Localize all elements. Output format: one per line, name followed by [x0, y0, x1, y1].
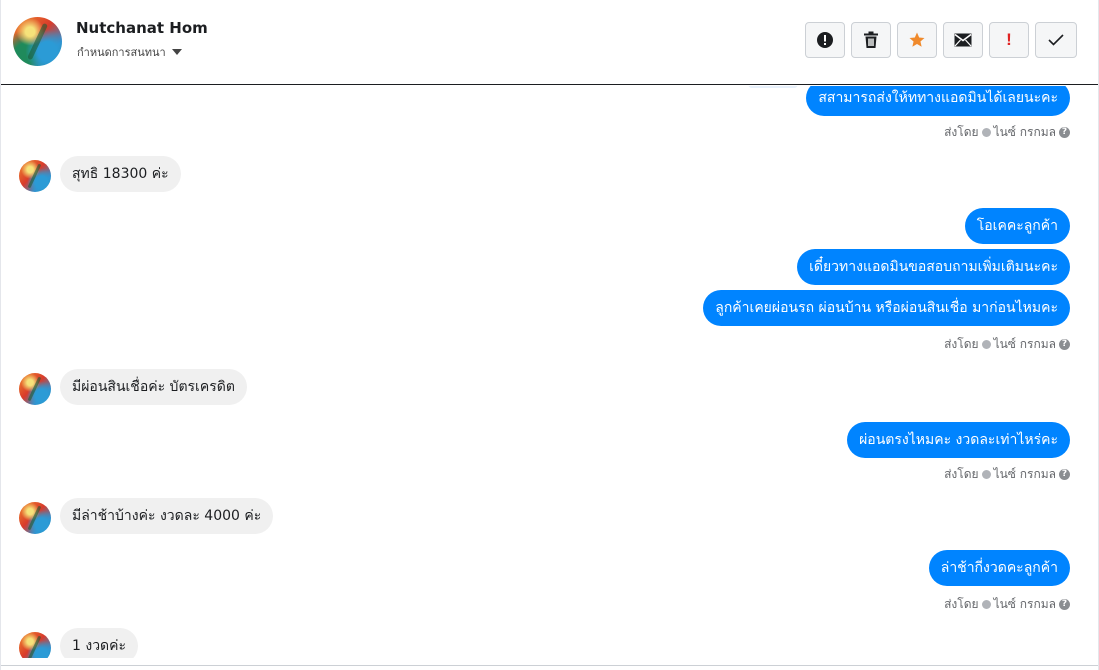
caret-down-icon	[171, 49, 182, 55]
outgoing-message[interactable]: ล่าช้ากี่งวดคะลูกค้า	[928, 550, 1070, 586]
contact-name[interactable]: Nutchanat Hom	[76, 19, 208, 37]
status-dot-icon	[981, 340, 991, 349]
sent-by-prefix: ส่งโดย	[944, 597, 979, 611]
sent-by-prefix: ส่งโดย	[944, 337, 979, 351]
sent-by-name[interactable]: ไนซ์ กรกมล	[994, 465, 1056, 484]
sent-by-name[interactable]: ไนซ์ กรกมล	[994, 595, 1056, 614]
sent-by-prefix: ส่งโดย	[944, 467, 979, 481]
help-icon[interactable]: ?	[1059, 339, 1070, 350]
status-dot-icon	[981, 470, 991, 479]
check-icon	[1048, 34, 1064, 46]
sent-by-info: ส่งโดย ไนซ์ กรกมล ?	[944, 595, 1070, 614]
sent-by-info: ส่งโดย ไนซ์ กรกมล ?	[944, 123, 1070, 142]
star-icon	[909, 32, 925, 47]
delete-button[interactable]	[851, 22, 891, 58]
alert-circle-icon	[817, 32, 833, 48]
conversation-label-text: กำหนดการสนทนา	[77, 46, 166, 59]
partial-message	[748, 86, 798, 88]
contact-avatar-small[interactable]	[19, 502, 51, 534]
conversation-label-dropdown[interactable]: กำหนดการสนทนา	[77, 43, 182, 61]
contact-avatar-small[interactable]	[19, 373, 51, 405]
mark-unread-button[interactable]	[943, 22, 983, 58]
trash-icon	[864, 31, 878, 48]
exclamation-icon: !	[1006, 30, 1012, 49]
contact-avatar-small[interactable]	[19, 160, 51, 192]
conversation-toolbar: !	[805, 22, 1077, 58]
sent-by-name[interactable]: ไนซ์ กรกมล	[994, 123, 1056, 142]
incoming-message[interactable]: 1 งวดค่ะ	[60, 628, 139, 658]
incoming-message[interactable]: มีล่าช้าบ้างค่ะ งวดละ 4000 ค่ะ	[60, 498, 274, 534]
sent-by-info: ส่งโดย ไนซ์ กรกมล ?	[944, 335, 1070, 354]
mark-done-button[interactable]	[1035, 22, 1077, 58]
mail-icon	[954, 33, 972, 47]
status-dot-icon	[981, 128, 991, 137]
sent-by-name[interactable]: ไนซ์ กรกมล	[994, 335, 1056, 354]
sent-by-prefix: ส่งโดย	[944, 125, 979, 139]
sent-by-info: ส่งโดย ไนซ์ กรกมล ?	[944, 465, 1070, 484]
outgoing-message[interactable]: ผ่อนตรงไหมคะ งวดละเท่าไหร่คะ	[847, 422, 1070, 458]
outgoing-message[interactable]: ลูกค้าเคยผ่อนรถ ผ่อนบ้าน หรือผ่อนสินเชื่…	[703, 290, 1070, 326]
help-icon[interactable]: ?	[1059, 469, 1070, 480]
help-icon[interactable]: ?	[1059, 127, 1070, 138]
composer-divider	[1, 665, 1098, 666]
outgoing-message[interactable]: สสามารถส่งให้ททางแอดมินได้เลยนะคะ	[806, 86, 1070, 116]
conversation-header: Nutchanat Hom กำหนดการสนทนา !	[1, 0, 1098, 85]
help-icon[interactable]: ?	[1059, 599, 1070, 610]
outgoing-message[interactable]: โอเคคะลูกค้า	[964, 208, 1070, 244]
incoming-message[interactable]: มีผ่อนสินเชื่อค่ะ บัตรเครดิต	[60, 369, 247, 405]
outgoing-message[interactable]: เดี๋ยวทางแอดมินขอสอบถามเพิ่มเติมนะคะ	[797, 249, 1070, 285]
star-button[interactable]	[897, 22, 937, 58]
mark-spam-button[interactable]	[805, 22, 845, 58]
follow-up-button[interactable]: !	[989, 22, 1029, 58]
incoming-message[interactable]: สุทธิ 18300 ค่ะ	[60, 156, 181, 192]
contact-avatar[interactable]	[13, 17, 62, 66]
contact-avatar-small[interactable]	[19, 632, 51, 658]
message-thread[interactable]: สสามารถส่งให้ททางแอดมินได้เลยนะคะ ส่งโดย…	[1, 86, 1098, 658]
status-dot-icon	[981, 600, 991, 609]
